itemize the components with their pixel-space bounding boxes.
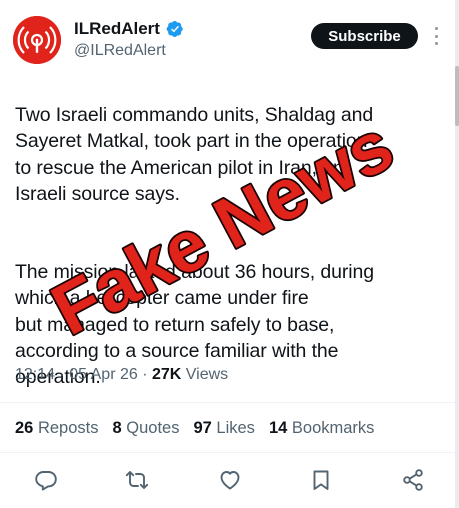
likes-stat[interactable]: 97 Likes	[193, 419, 254, 438]
views-count: 27K	[151, 366, 182, 383]
divider	[0, 452, 455, 453]
repost-icon[interactable]	[125, 468, 149, 492]
scrollbar[interactable]	[455, 0, 459, 508]
bookmarks-stat[interactable]: 14 Bookmarks	[269, 419, 374, 438]
account-handle[interactable]: @ILRedAlert	[74, 42, 166, 60]
quotes-stat[interactable]: 8 Quotes	[112, 419, 179, 438]
share-icon[interactable]	[401, 468, 425, 492]
tweet-paragraph-1: Two Israeli commando units, Shaldag and …	[15, 104, 374, 205]
reply-icon[interactable]	[34, 468, 58, 492]
tweet-time[interactable]: 12:14	[15, 366, 55, 383]
bookmark-icon[interactable]	[309, 468, 333, 492]
account-name-row[interactable]: ILRedAlert	[74, 19, 184, 39]
divider	[0, 402, 455, 403]
action-bar	[0, 468, 459, 496]
more-icon[interactable]	[431, 24, 441, 48]
verified-badge-icon	[166, 20, 183, 38]
engagement-stats: 26 Reposts 8 Quotes 97 Likes 14 Bookmark…	[15, 419, 374, 438]
views-label: Views	[181, 366, 229, 383]
tweet-date[interactable]: 05 Apr 26	[69, 366, 138, 383]
display-name[interactable]: ILRedAlert	[74, 19, 160, 39]
red-alert-logo-icon	[13, 16, 61, 64]
avatar[interactable]	[13, 16, 61, 64]
tweet-meta: 12:14 · 05 Apr 26 · 27K Views	[15, 366, 229, 383]
subscribe-button[interactable]: Subscribe	[311, 23, 418, 49]
scrollbar-thumb[interactable]	[455, 66, 459, 126]
like-icon[interactable]	[218, 468, 242, 492]
reposts-stat[interactable]: 26 Reposts	[15, 419, 98, 438]
